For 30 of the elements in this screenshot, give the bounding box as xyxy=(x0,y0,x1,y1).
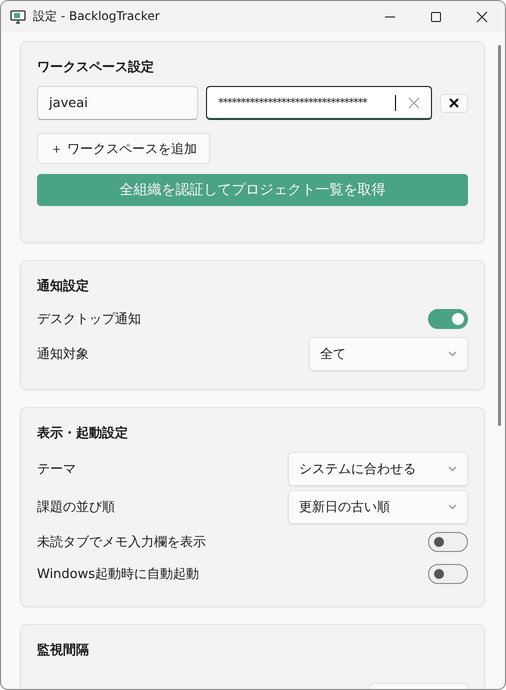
section-title: 通知設定 xyxy=(37,278,89,295)
chevron-icon xyxy=(448,466,457,472)
section-title: 表示・起動設定 xyxy=(37,424,128,442)
dropdown[interactable]: 更新日の古い順 xyxy=(288,490,468,524)
setting-label: テーマ xyxy=(37,461,76,478)
toggle-switch[interactable] xyxy=(428,532,468,552)
close-icon xyxy=(449,98,460,108)
clear-icon[interactable] xyxy=(408,96,420,108)
setting-label: 課題の並び順 xyxy=(37,499,115,516)
setting-label: 通知対象 xyxy=(37,346,89,363)
section-title: ワークスペース設定 xyxy=(37,58,154,76)
scrollbar[interactable] xyxy=(498,45,501,426)
app-icon xyxy=(10,8,26,24)
setting-label: デスクトップ通知 xyxy=(37,311,141,328)
toggle-switch[interactable] xyxy=(428,564,468,584)
dropdown[interactable]: システムに合わせる xyxy=(288,452,468,486)
add-workspace-button[interactable]: ＋ ワークスペースを追加 xyxy=(37,133,210,164)
dropdown[interactable]: 全て xyxy=(309,337,468,371)
chevron-icon xyxy=(448,351,457,357)
toggle-switch[interactable] xyxy=(428,309,468,329)
window-title: 設定 - BacklogTracker xyxy=(33,8,161,25)
setting-label: Windows起動時に自動起動 xyxy=(37,566,200,583)
api-key-field[interactable]: ********************************* xyxy=(206,86,432,120)
workspace-name-field[interactable]: javeai xyxy=(37,86,198,120)
maximize-icon xyxy=(430,10,442,22)
setting-label: 未読タブでメモ入力欄を表示 xyxy=(37,534,206,551)
remove-button[interactable] xyxy=(440,94,468,112)
section-title: 監視間隔 xyxy=(37,642,89,659)
chevron-icon xyxy=(448,504,457,510)
close-icon xyxy=(476,10,488,22)
